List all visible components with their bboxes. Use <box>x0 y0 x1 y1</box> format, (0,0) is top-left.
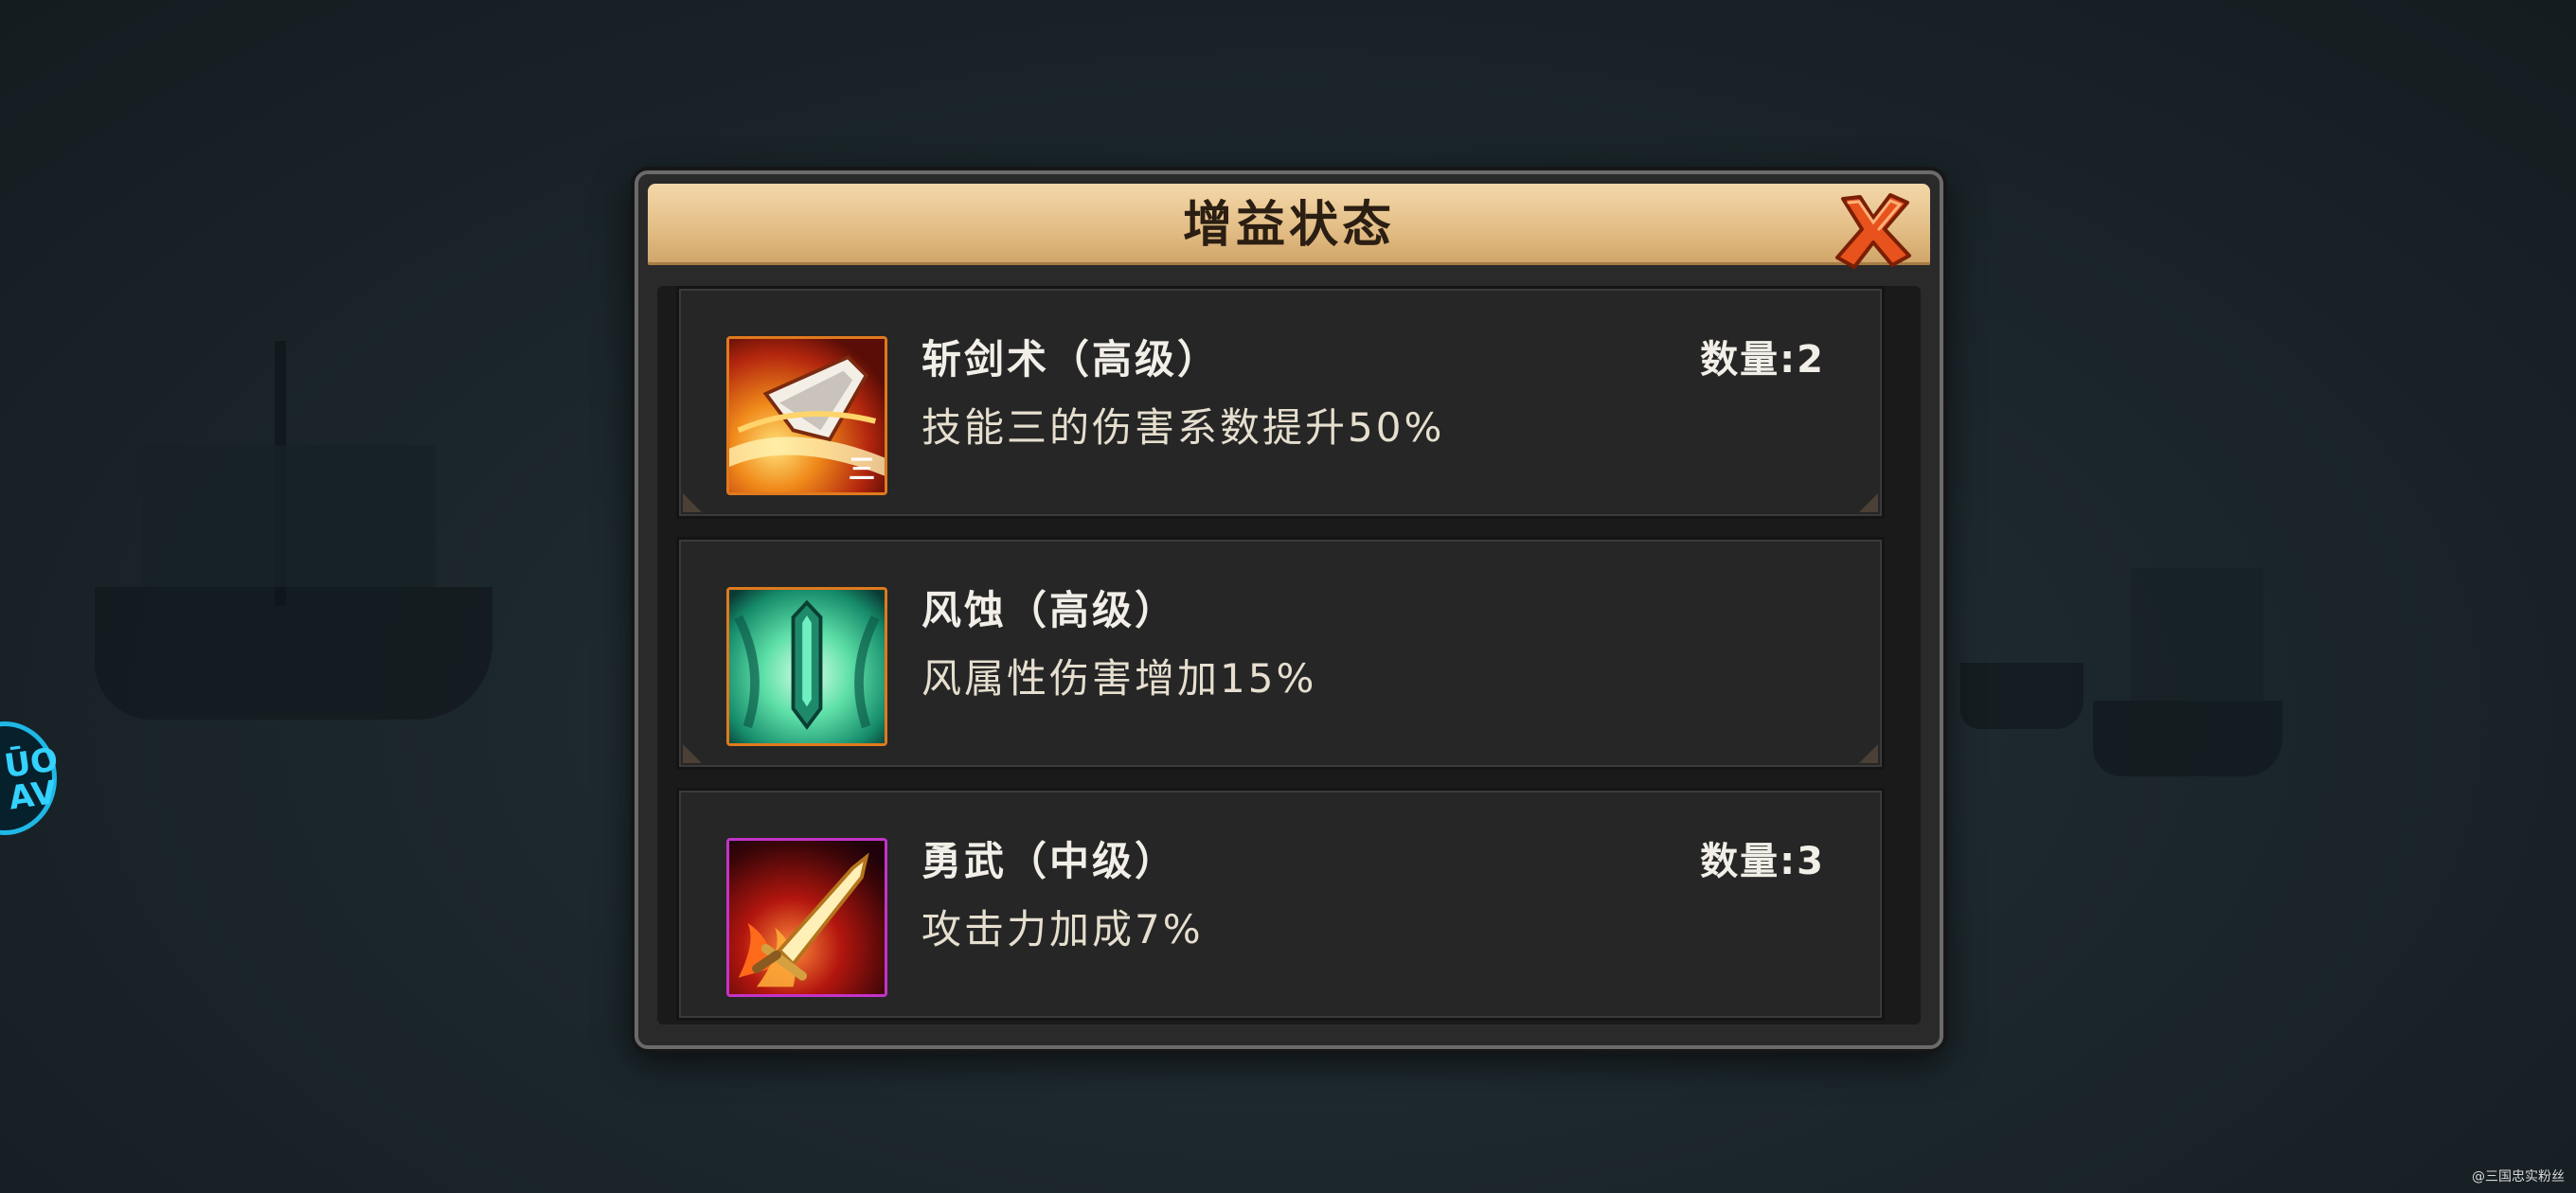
corner-ornament-icon <box>1859 493 1878 512</box>
corner-ornament-icon <box>1859 744 1878 763</box>
wind-erosion-icon <box>726 587 887 746</box>
close-x-icon <box>1835 193 1911 269</box>
wind-erosion-art <box>729 590 885 743</box>
buff-description: 攻击力加成7% <box>921 906 1204 953</box>
background-ship-far-right <box>1960 663 2084 729</box>
game-scene: ŪO AV @三国忠实粉丝 增益状态 三 斩剑术（高级） 技能三的伤害系数提升5… <box>0 0 2576 1193</box>
buff-row: 风蚀（高级） 风属性伤害增加15% <box>676 537 1885 770</box>
valor-blade-art <box>729 841 885 994</box>
buff-name: 风蚀（高级） <box>921 587 1178 633</box>
corner-ornament-icon <box>683 493 702 512</box>
buff-description: 技能三的伤害系数提升50% <box>921 404 1445 451</box>
background-sail-left <box>142 445 436 587</box>
buff-status-dialog: 增益状态 三 斩剑术（高级） 技能三的伤害系数提升50% 数量:2 风蚀（高级）… <box>635 170 1943 1049</box>
event-badge-label: ŪO AV <box>2 740 61 818</box>
valor-blade-icon <box>726 838 887 997</box>
buff-description: 风属性伤害增加15% <box>921 655 1317 702</box>
buff-name: 斩剑术（高级） <box>921 336 1221 383</box>
background-ship-right <box>2093 701 2282 776</box>
close-button[interactable] <box>1830 189 1915 271</box>
buff-name: 勇武（中级） <box>921 838 1178 884</box>
buff-count: 数量:3 <box>1700 840 1825 883</box>
buff-list[interactable]: 三 斩剑术（高级） 技能三的伤害系数提升50% 数量:2 风蚀（高级） 风属性伤… <box>657 286 1921 1024</box>
corner-ornament-icon <box>683 744 702 763</box>
background-sail-right <box>2131 568 2263 701</box>
background-ship-left <box>95 587 492 720</box>
watermark: @三国忠实粉丝 <box>2472 1169 2565 1184</box>
dialog-header: 增益状态 <box>648 184 1930 269</box>
buff-row: 勇武（中级） 攻击力加成7% 数量:3 <box>676 788 1885 1021</box>
icon-badge: 三 <box>848 454 875 485</box>
buff-count: 数量:2 <box>1700 338 1825 382</box>
slash-sword-icon: 三 <box>726 336 887 495</box>
event-badge-icon[interactable]: ŪO AV <box>0 721 61 835</box>
dialog-title: 增益状态 <box>1182 196 1395 254</box>
buff-row: 三 斩剑术（高级） 技能三的伤害系数提升50% 数量:2 <box>676 286 1885 519</box>
